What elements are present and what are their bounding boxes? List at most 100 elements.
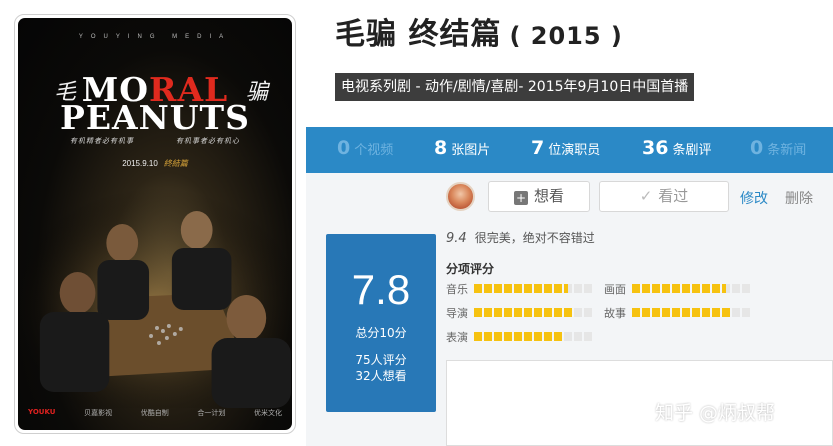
- want-count: 32人想看: [355, 369, 407, 383]
- score-segment: [474, 332, 482, 341]
- score-segment: [484, 284, 492, 293]
- score-segment: [524, 332, 532, 341]
- sub-score-bar-director: [474, 308, 592, 317]
- score-segment: [474, 308, 482, 317]
- score-total: 总分10分: [355, 326, 407, 340]
- sub-score-bar-acting: [474, 332, 592, 341]
- genre-badge: 电视系列剧 - 动作/剧情/喜剧- 2015年9月10日中国首播: [335, 73, 695, 101]
- score-segment: [484, 308, 492, 317]
- sub-score-bar-visual: [632, 284, 750, 293]
- score-segment: [682, 308, 690, 317]
- score-segment: [554, 308, 562, 317]
- poster-logos: YOUKU 贝嘉影视 优酷自制 合一计划 优米文化: [28, 408, 282, 417]
- score-segment: [534, 308, 542, 317]
- score-segment: [494, 284, 502, 293]
- poster-title-line2: PEANUTS: [60, 98, 250, 137]
- movie-detail-page: YOUYING MEDIA 毛 骗 MORAL PEANUTS 有机精者必有机事…: [0, 0, 833, 446]
- score-value: 7.8: [351, 266, 411, 313]
- score-segment: [544, 308, 552, 317]
- score-segment: [584, 332, 592, 341]
- score-segment: [554, 284, 562, 293]
- sub-score-label-visual: 画面: [604, 283, 626, 296]
- score-segment: [534, 284, 542, 293]
- score-segment: [564, 332, 572, 341]
- stat-news[interactable]: 0 条新闻: [750, 137, 806, 159]
- stat-cast[interactable]: 7 位演职员: [531, 137, 600, 159]
- score-segment: [574, 284, 582, 293]
- score-segment: [574, 308, 582, 317]
- score-segment: [642, 308, 650, 317]
- plus-icon: +: [513, 191, 528, 205]
- want-button[interactable]: + 想看: [488, 181, 590, 212]
- score-segment: [504, 284, 512, 293]
- score-segment: [514, 308, 522, 317]
- poster-date: 2015.9.10 終結篇: [122, 159, 188, 168]
- score-segment: [692, 284, 700, 293]
- score-segment: [504, 308, 512, 317]
- score-segment: [652, 308, 660, 317]
- stat-videos[interactable]: 0 个视频: [337, 137, 393, 159]
- poster-tagline-right: 有机事者必有机心: [176, 137, 240, 145]
- score-segment: [484, 332, 492, 341]
- score-segment: [504, 332, 512, 341]
- score-segment: [494, 308, 502, 317]
- score-segment: [722, 308, 730, 317]
- score-segment: [742, 284, 750, 293]
- score-segment: [642, 284, 650, 293]
- score-segment: [514, 284, 522, 293]
- score-segment: [682, 284, 690, 293]
- score-segment: [732, 284, 740, 293]
- edit-link[interactable]: 修改: [740, 188, 768, 208]
- score-segment: [534, 332, 542, 341]
- title-year: ( 2015 ): [509, 22, 623, 50]
- title-text: 毛骗 终结篇: [335, 17, 502, 52]
- seen-button[interactable]: ✓ 看过: [599, 181, 729, 212]
- score-segment: [712, 284, 720, 293]
- rating-count: 75人评分: [355, 353, 407, 367]
- my-rating: 9.4 很完美，绝对不容错过: [446, 231, 595, 246]
- score-segment: [632, 308, 640, 317]
- score-segment: [692, 308, 700, 317]
- poster-tagline-left: 有机精者必有机事: [70, 137, 134, 145]
- stat-reviews[interactable]: 36 条剧评: [642, 137, 711, 159]
- score-segment: [712, 308, 720, 317]
- score-segment: [574, 332, 582, 341]
- score-segment: [474, 284, 482, 293]
- delete-link[interactable]: 删除: [785, 188, 813, 208]
- score-segment: [544, 332, 552, 341]
- score-segment: [564, 308, 572, 317]
- sub-score-bar-music: [474, 284, 592, 293]
- avatar[interactable]: [446, 182, 475, 211]
- score-segment: [732, 308, 740, 317]
- score-segment: [584, 284, 592, 293]
- check-icon: ✓: [639, 187, 653, 205]
- score-box: 7.8 总分10分 75人评分 32人想看: [326, 234, 436, 412]
- score-segment: [662, 284, 670, 293]
- score-segment: [662, 308, 670, 317]
- score-segment: [564, 284, 572, 293]
- stats-bar: 0 个视频 8 张图片 7 位演职员 36 条剧评 0 条新闻: [306, 127, 833, 173]
- score-segment: [742, 308, 750, 317]
- sub-score-bar-story: [632, 308, 750, 317]
- poster-scene-illustration: [18, 188, 292, 408]
- sub-score-label-acting: 表演: [446, 331, 468, 344]
- score-segment: [702, 308, 710, 317]
- sub-score-label-director: 导演: [446, 307, 468, 320]
- score-segment: [722, 284, 730, 293]
- score-segment: [514, 332, 522, 341]
- poster-image: YOUYING MEDIA 毛 骗 MORAL PEANUTS 有机精者必有机事…: [18, 18, 292, 430]
- page-title: 毛骗 终结篇( 2015 ): [335, 9, 623, 53]
- score-segment: [584, 308, 592, 317]
- score-segment: [702, 284, 710, 293]
- score-segment: [672, 308, 680, 317]
- watermark: 知乎 @炳叔帮: [655, 402, 776, 424]
- score-segment: [494, 332, 502, 341]
- poster-frame[interactable]: YOUYING MEDIA 毛 骗 MORAL PEANUTS 有机精者必有机事…: [14, 14, 296, 434]
- sub-scores-title: 分项评分: [446, 262, 495, 276]
- stat-images[interactable]: 8 张图片: [434, 137, 490, 159]
- sub-score-label-story: 故事: [604, 307, 626, 320]
- score-segment: [632, 284, 640, 293]
- score-segment: [544, 284, 552, 293]
- score-segment: [524, 284, 532, 293]
- score-segment: [554, 332, 562, 341]
